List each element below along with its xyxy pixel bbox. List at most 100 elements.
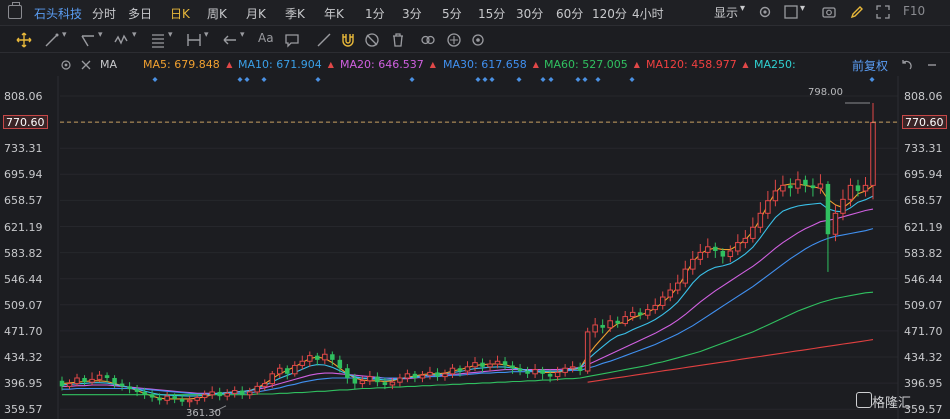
ma-item-3[interactable]: MA30: 617.658 xyxy=(443,58,527,71)
price-axis-label-right-9: 471.70 xyxy=(904,324,943,338)
candle-body xyxy=(389,381,396,386)
ma-item-1[interactable]: MA10: 671.904 xyxy=(238,58,322,71)
period-tab-4[interactable]: 月K xyxy=(246,5,266,22)
price-axis-label-left-11: 396.95 xyxy=(4,377,43,391)
candle-body xyxy=(652,304,658,311)
candle-body xyxy=(840,198,846,214)
range-tool-icon[interactable] xyxy=(186,32,202,48)
candle-body xyxy=(457,368,463,372)
chevron-down-icon-6[interactable]: ▾ xyxy=(168,30,184,46)
indicator-close-icon[interactable] xyxy=(80,59,92,71)
candle-body xyxy=(164,395,170,401)
ma-item-4[interactable]: MA60: 527.005 xyxy=(544,58,628,71)
text-tool-icon[interactable]: Aa xyxy=(258,31,274,47)
ma-item-6[interactable]: MA250: xyxy=(754,58,796,71)
period-tab-11[interactable]: 30分 xyxy=(516,5,543,22)
candle-body xyxy=(547,373,553,377)
candle-body xyxy=(795,179,801,189)
candle-body xyxy=(217,391,222,397)
chevron-down-icon[interactable]: ▾ xyxy=(740,3,745,14)
chevron-down-icon-3[interactable]: ▾ xyxy=(62,30,78,46)
candle-body xyxy=(765,200,771,214)
ma-label[interactable]: MA xyxy=(100,58,117,71)
period-tab-14[interactable]: 4小时 xyxy=(632,5,664,22)
indicator-row: MA MA5: 679.848 ▲ MA10: 671.904 ▲ MA20: 646.… xyxy=(0,54,950,76)
price-axis-label-right-2: 733.31 xyxy=(904,142,943,156)
stock-icon[interactable] xyxy=(8,2,22,19)
up-arrow-icon: ▲ xyxy=(742,60,749,69)
move-icon[interactable] xyxy=(16,32,32,48)
stock-name[interactable]: 石头科技 xyxy=(34,5,82,22)
event-marker-icon xyxy=(540,77,546,82)
period-tab-9[interactable]: 5分 xyxy=(442,5,462,22)
event-marker-icon xyxy=(548,77,554,82)
period-tab-7[interactable]: 1分 xyxy=(365,5,385,22)
wave-tool-icon[interactable] xyxy=(114,32,130,48)
ma-item-2[interactable]: MA20: 646.537 xyxy=(340,58,424,71)
candle-body xyxy=(172,396,177,399)
hide-drawings-icon[interactable] xyxy=(364,32,380,48)
minimize-icon[interactable] xyxy=(926,59,938,71)
candle-body xyxy=(682,268,689,284)
candle-body xyxy=(419,374,426,379)
candle-body xyxy=(517,368,523,372)
candle-body xyxy=(577,366,583,372)
trash-icon[interactable] xyxy=(390,32,406,48)
candle-body xyxy=(510,365,515,369)
price-axis-label-right-7: 546.44 xyxy=(904,272,943,286)
settings-icon[interactable] xyxy=(470,32,486,48)
candle-body xyxy=(149,394,155,398)
channel-tool-icon[interactable] xyxy=(80,32,96,48)
display-menu[interactable]: 显示 xyxy=(714,4,738,21)
arrow-tool-icon[interactable] xyxy=(222,32,238,48)
event-marker-icon xyxy=(315,77,321,82)
period-tab-1[interactable]: 多日 xyxy=(128,5,152,22)
line-tool-icon[interactable] xyxy=(44,32,60,48)
period-tab-10[interactable]: 15分 xyxy=(478,5,505,22)
pencil-icon[interactable] xyxy=(850,5,864,19)
chevron-down-icon-5[interactable]: ▾ xyxy=(132,30,148,46)
gear-icon[interactable] xyxy=(758,5,772,19)
adjust-button[interactable]: 前复权 xyxy=(852,57,888,74)
up-arrow-icon: ▲ xyxy=(226,60,233,69)
camera-icon[interactable] xyxy=(822,5,836,19)
f10-button[interactable]: F10 xyxy=(903,4,925,18)
up-arrow-icon: ▲ xyxy=(532,60,539,69)
price-axis-label-right-4: 658.57 xyxy=(904,194,943,208)
period-tab-13[interactable]: 120分 xyxy=(592,5,627,22)
period-tab-0[interactable]: 分时 xyxy=(92,5,116,22)
indicator-settings-icon[interactable] xyxy=(60,59,72,71)
candle-body xyxy=(104,375,110,378)
period-tab-3[interactable]: 周K xyxy=(207,5,227,22)
candle-body xyxy=(525,371,530,374)
period-tab-2[interactable]: 日K xyxy=(170,5,190,22)
candle-body xyxy=(89,378,95,383)
period-tab-8[interactable]: 3分 xyxy=(402,5,422,22)
undo-icon[interactable] xyxy=(900,59,912,71)
chevron-down-icon-2[interactable]: ▾ xyxy=(800,3,805,14)
fib-tool-icon[interactable] xyxy=(150,32,166,48)
magnet-icon[interactable] xyxy=(340,32,356,48)
candle-body xyxy=(584,331,591,372)
checkbox-icon[interactable] xyxy=(784,5,798,19)
chevron-down-icon-7[interactable]: ▾ xyxy=(204,30,220,46)
candle-body xyxy=(788,185,793,189)
period-tab-12[interactable]: 60分 xyxy=(556,5,583,22)
fullscreen-icon[interactable] xyxy=(876,5,890,19)
sync-icon[interactable] xyxy=(446,32,462,48)
chevron-down-icon-8[interactable]: ▾ xyxy=(240,30,256,46)
period-tab-5[interactable]: 季K xyxy=(285,5,305,22)
comment-tool-icon[interactable] xyxy=(284,32,300,48)
period-tab-6[interactable]: 年K xyxy=(324,5,344,22)
candle-body xyxy=(186,399,193,403)
kline-chart[interactable] xyxy=(0,76,950,419)
drawing-toolbar: ▾ ▾ ▾ ▾ ▾ ▾ Aa xyxy=(0,27,950,53)
ma-item-0[interactable]: MA5: 679.848 xyxy=(143,58,220,71)
candle-body xyxy=(742,237,749,244)
candle-body xyxy=(127,386,132,390)
link-icon[interactable] xyxy=(420,32,436,48)
price-axis-label-right-11: 396.95 xyxy=(904,377,943,391)
ma-item-5[interactable]: MA120: 458.977 xyxy=(646,58,737,71)
ruler-icon[interactable] xyxy=(316,32,332,48)
chevron-down-icon-4[interactable]: ▾ xyxy=(98,30,114,46)
